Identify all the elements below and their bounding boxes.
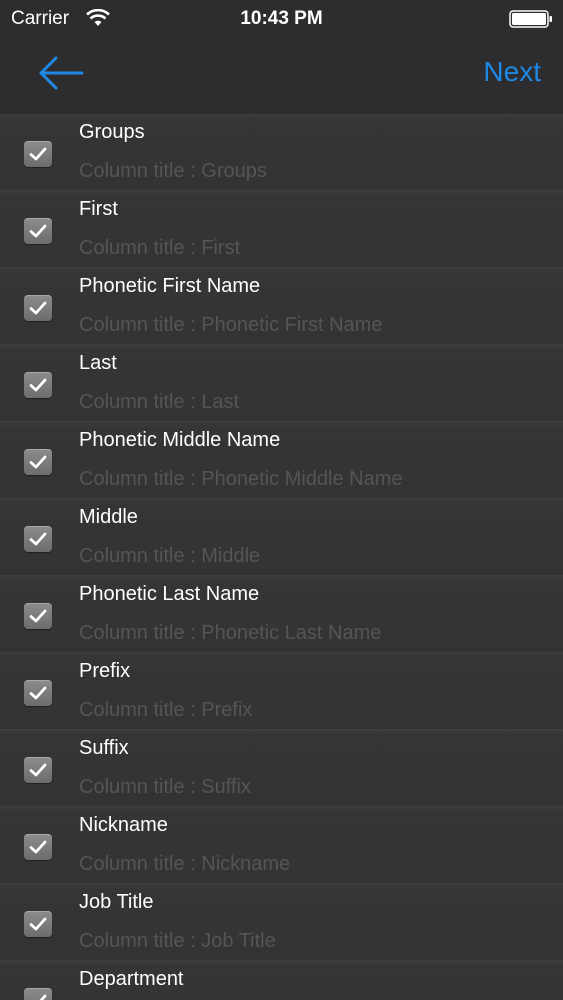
row-title: Last <box>79 352 117 374</box>
checkbox[interactable] <box>24 372 52 398</box>
row-title: Phonetic Last Name <box>79 583 260 605</box>
battery-icon <box>509 10 553 28</box>
clock: 10:43 PM <box>240 8 323 29</box>
status-bar: Carrier 10:43 PM <box>0 0 563 38</box>
checkmark-icon <box>29 763 47 777</box>
checkmark-icon <box>29 301 47 315</box>
checkbox[interactable] <box>24 834 52 860</box>
list-item-middle[interactable]: Middle Column title : Middle <box>0 499 563 576</box>
next-button[interactable]: Next <box>483 56 541 88</box>
row-subtitle: Column title : Suffix <box>79 776 251 798</box>
list-item-phonetic-first-name[interactable]: Phonetic First Name Column title : Phone… <box>0 268 563 345</box>
checkmark-icon <box>29 455 47 469</box>
checkbox[interactable] <box>24 603 52 629</box>
checkbox[interactable] <box>24 295 52 321</box>
row-title: Job Title <box>79 891 154 913</box>
list-item-last[interactable]: Last Column title : Last <box>0 345 563 422</box>
row-subtitle: Column title : Middle <box>79 545 261 567</box>
checkmark-icon <box>29 686 47 700</box>
checkmark-icon <box>29 378 47 392</box>
row-title: Suffix <box>79 737 129 759</box>
back-button[interactable] <box>36 54 86 92</box>
list-item-job-title[interactable]: Job Title Column title : Job Title <box>0 884 563 961</box>
row-subtitle: Column title : Nickname <box>79 853 291 875</box>
list-item-nickname[interactable]: Nickname Column title : Nickname <box>0 807 563 884</box>
row-subtitle: Column title : Last <box>79 391 240 413</box>
checkmark-icon <box>29 609 47 623</box>
back-arrow-icon <box>39 56 84 90</box>
list-item-first[interactable]: First Column title : First <box>0 191 563 268</box>
row-subtitle: Column title : Prefix <box>79 699 253 721</box>
list-item-phonetic-last-name[interactable]: Phonetic Last Name Column title : Phonet… <box>0 576 563 653</box>
checkbox[interactable] <box>24 526 52 552</box>
column-list[interactable]: Groups Column title : Groups First Colum… <box>0 114 563 1000</box>
row-title: Groups <box>79 121 145 143</box>
checkbox[interactable] <box>24 680 52 706</box>
row-subtitle: Column title : Phonetic Middle Name <box>79 468 403 490</box>
checkmark-icon <box>29 147 47 161</box>
list-item-suffix[interactable]: Suffix Column title : Suffix <box>0 730 563 807</box>
checkbox[interactable] <box>24 757 52 783</box>
checkbox[interactable] <box>24 911 52 937</box>
row-title: First <box>79 198 118 220</box>
list-item-phonetic-middle-name[interactable]: Phonetic Middle Name Column title : Phon… <box>0 422 563 499</box>
checkbox[interactable] <box>24 988 52 1000</box>
checkmark-icon <box>29 532 47 546</box>
row-title: Department <box>79 968 184 990</box>
list-item-groups[interactable]: Groups Column title : Groups <box>0 114 563 191</box>
checkbox[interactable] <box>24 141 52 167</box>
row-subtitle: Column title : Job Title <box>79 930 276 952</box>
checkbox[interactable] <box>24 449 52 475</box>
checkbox[interactable] <box>24 218 52 244</box>
checkmark-icon <box>29 840 47 854</box>
checkmark-icon <box>39 994 47 1000</box>
row-subtitle: Column title : First <box>79 237 241 259</box>
row-subtitle: Column title : Phonetic First Name <box>79 314 383 336</box>
row-title: Prefix <box>79 660 131 682</box>
checkmark-icon <box>29 224 47 238</box>
row-title: Phonetic Middle Name <box>79 429 281 451</box>
row-subtitle: Column title : Phonetic Last Name <box>79 622 382 644</box>
row-subtitle: Column title : Groups <box>79 160 267 182</box>
list-item-department[interactable]: Department <box>0 961 563 1000</box>
checkmark-icon <box>29 917 47 931</box>
row-title: Middle <box>79 506 138 528</box>
row-title: Phonetic First Name <box>79 275 261 297</box>
navigation-bar: Next <box>0 38 563 115</box>
row-title: Nickname <box>79 814 168 836</box>
list-item-prefix[interactable]: Prefix Column title : Prefix <box>0 653 563 730</box>
